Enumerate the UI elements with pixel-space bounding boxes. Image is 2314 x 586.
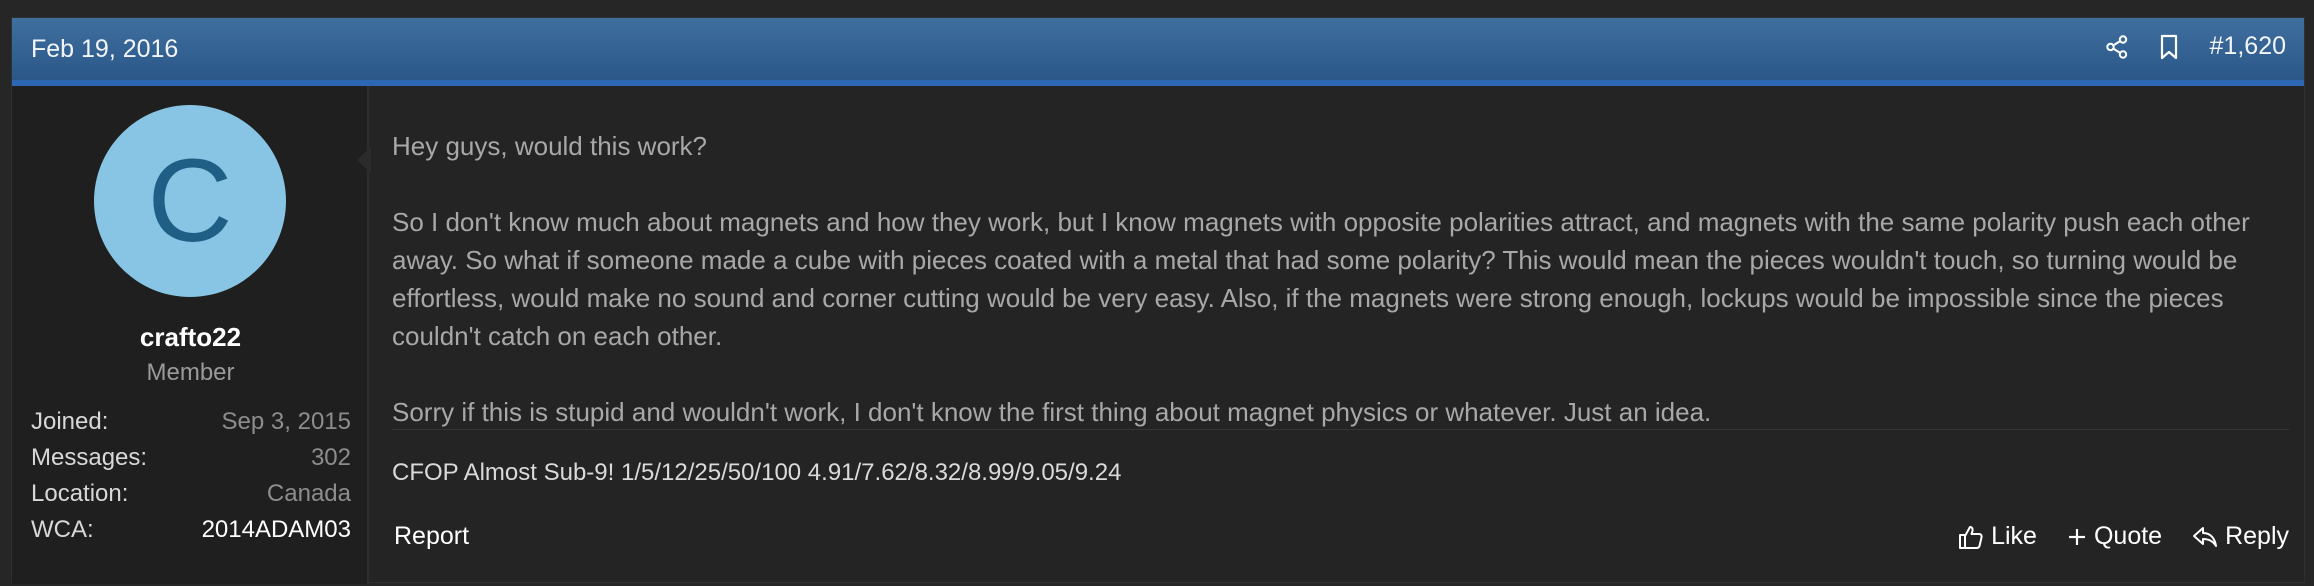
post-footer-actions: Like Quote Reply bbox=[1958, 522, 2289, 551]
quote-label: Quote bbox=[2093, 522, 2163, 550]
user-panel: C crafto22 Member Joined: Sep 3, 2015 Me… bbox=[12, 86, 371, 584]
message-body: Hey guys, would this work? So I don't kn… bbox=[392, 127, 2287, 431]
reply-button[interactable]: Reply bbox=[2192, 522, 2289, 551]
stat-value: Canada bbox=[266, 480, 351, 507]
stat-wca: WCA: 2014ADAM03 bbox=[31, 512, 351, 548]
message-paragraph: So I don't know much about magnets and h… bbox=[392, 207, 2250, 351]
user-panel-arrow bbox=[357, 146, 371, 174]
post-date[interactable]: Feb 19, 2016 bbox=[31, 35, 178, 64]
post-header: Feb 19, 2016 #1,620 bbox=[12, 18, 2304, 86]
stat-label: Messages: bbox=[31, 444, 148, 471]
stat-label: Location: bbox=[31, 480, 129, 507]
post-number-link[interactable]: #1,620 bbox=[2210, 32, 2286, 61]
message-paragraph: Sorry if this is stupid and wouldn't wor… bbox=[392, 397, 1712, 427]
stat-joined: Joined: Sep 3, 2015 bbox=[31, 404, 351, 440]
like-button[interactable]: Like bbox=[1958, 522, 2037, 551]
post-footer: Report Like Quote Reply bbox=[392, 522, 2289, 562]
signature: CFOP Almost Sub-9! 1/5/12/25/50/100 4.91… bbox=[392, 459, 1122, 486]
stat-label: Joined: bbox=[31, 408, 109, 435]
bookmark-icon[interactable] bbox=[2160, 34, 2178, 60]
stat-messages: Messages: 302 bbox=[31, 440, 351, 476]
forum-post: Feb 19, 2016 #1,620 C crafto22 Member Jo… bbox=[11, 17, 2305, 584]
quote-button[interactable]: Quote bbox=[2067, 522, 2162, 551]
signature-divider bbox=[392, 429, 2289, 430]
username[interactable]: crafto22 bbox=[12, 322, 369, 353]
post-header-actions: #1,620 bbox=[2105, 32, 2286, 61]
stat-location: Location: Canada bbox=[31, 476, 351, 512]
stat-value: Sep 3, 2015 bbox=[221, 408, 351, 435]
user-stats: Joined: Sep 3, 2015 Messages: 302 Locati… bbox=[31, 404, 351, 548]
plus-icon bbox=[2067, 527, 2087, 547]
share-icon[interactable] bbox=[2105, 34, 2128, 59]
stat-value: 2014ADAM03 bbox=[201, 516, 351, 543]
like-label: Like bbox=[1991, 522, 2037, 550]
message-cell: Hey guys, would this work? So I don't kn… bbox=[392, 86, 2289, 584]
avatar[interactable]: C bbox=[94, 105, 286, 297]
reply-icon bbox=[2192, 525, 2218, 549]
thumbs-up-icon bbox=[1958, 524, 1984, 550]
report-button[interactable]: Report bbox=[394, 522, 469, 551]
user-title: Member bbox=[146, 359, 235, 386]
stat-label: WCA: bbox=[31, 516, 94, 543]
stat-value: 302 bbox=[310, 444, 351, 471]
reply-label: Reply bbox=[2225, 522, 2289, 550]
message-paragraph: Hey guys, would this work? bbox=[392, 131, 708, 161]
